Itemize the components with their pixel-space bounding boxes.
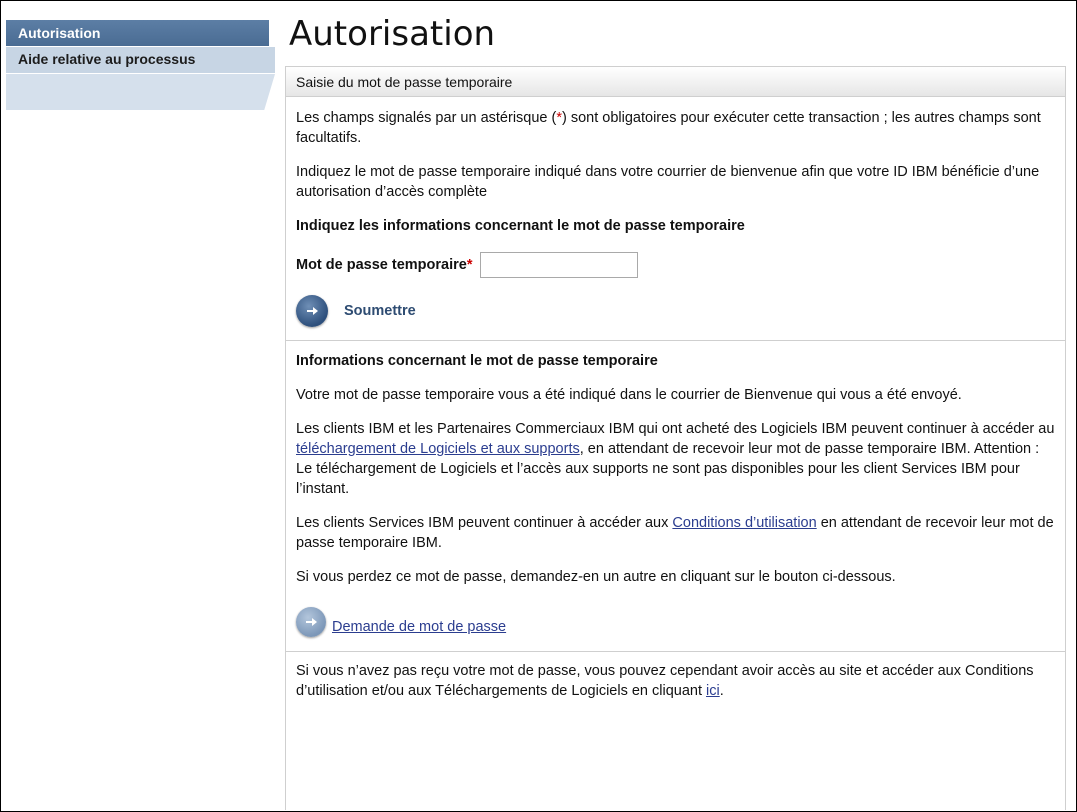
info-paragraph-4: Si vous perdez ce mot de passe, demandez… <box>296 569 896 585</box>
request-password-label: Demande de mot de passe <box>332 619 507 635</box>
submit-label: Soumettre <box>344 303 416 319</box>
instruction-text: Indiquez le mot de passe temporaire indi… <box>296 164 1040 200</box>
software-download-link[interactable]: téléchargement de Logiciels et aux suppo… <box>296 441 580 457</box>
info-paragraph-3-pre: Les clients Services IBM peuvent continu… <box>296 515 673 531</box>
form-heading: Indiquez les informations concernant le … <box>296 218 745 234</box>
sidebar-item-aide-processus[interactable]: Aide relative au processus <box>6 47 275 74</box>
submit-button[interactable]: Soumettre <box>296 294 1055 328</box>
form-section: Les champs signalés par un astérisque ( *… <box>286 97 1065 328</box>
here-link[interactable]: ici <box>706 683 720 699</box>
request-password-button[interactable]: Demande de mot de passe <box>296 605 1055 637</box>
main-panel: Saisie du mot de passe temporaire Les ch… <box>285 66 1066 810</box>
arrow-right-icon <box>296 607 326 637</box>
password-field-row: Mot de passe temporaire* <box>296 252 1055 278</box>
arrow-right-icon <box>296 295 328 327</box>
page-title: Autorisation <box>289 14 496 54</box>
info-heading: Informations concernant le mot de passe … <box>296 353 658 369</box>
info-paragraph-2: Les clients IBM et les Partenaires Comme… <box>296 419 1055 499</box>
info-section: Informations concernant le mot de passe … <box>286 341 1065 637</box>
intro-text-pre: Les champs signalés par un astérisque ( <box>296 110 557 126</box>
panel-header: Saisie du mot de passe temporaire <box>286 67 1065 97</box>
info-paragraph-2-pre: Les clients IBM et les Partenaires Comme… <box>296 421 1055 437</box>
footer-note: Si vous n’avez pas reçu votre mot de pas… <box>296 661 1055 701</box>
password-label-text: Mot de passe temporaire <box>296 257 467 273</box>
sidebar-tail <box>6 74 275 110</box>
sidebar: Autorisation Aide relative au processus <box>6 20 275 110</box>
footer-note-section: Si vous n’avez pas reçu votre mot de pas… <box>286 652 1065 701</box>
intro-text: Les champs signalés par un astérisque (*… <box>296 108 1055 148</box>
temp-password-input[interactable] <box>480 252 639 278</box>
terms-of-use-link[interactable]: Conditions d’utilisation <box>672 515 816 531</box>
info-paragraph-3: Les clients Services IBM peuvent continu… <box>296 513 1055 553</box>
info-paragraph-1: Votre mot de passe temporaire vous a été… <box>296 387 962 403</box>
footer-note-pre: Si vous n’avez pas reçu votre mot de pas… <box>296 663 1034 699</box>
sidebar-item-label: Aide relative au processus <box>18 51 196 67</box>
required-mark: * <box>466 257 473 273</box>
sidebar-item-autorisation[interactable]: Autorisation <box>6 20 275 47</box>
password-label: Mot de passe temporaire* <box>296 255 472 275</box>
footer-note-post: . <box>719 683 724 699</box>
sidebar-item-label: Autorisation <box>18 25 101 41</box>
